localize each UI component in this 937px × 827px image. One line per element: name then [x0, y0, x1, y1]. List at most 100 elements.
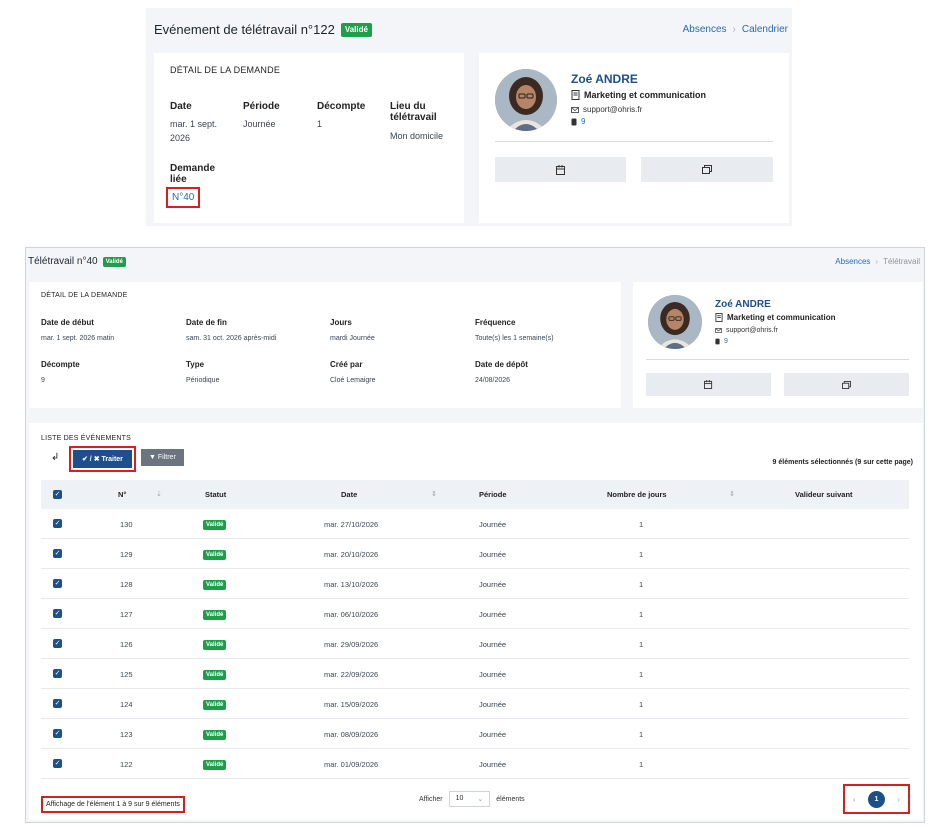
section-header: DÉTAIL DE LA DEMANDE [41, 292, 128, 299]
row-checkbox[interactable]: ✓ [53, 609, 62, 618]
date-debut-value: mar. 1 sept. 2026 matin [41, 335, 115, 342]
table-row[interactable]: ✓ 126 Validé mar. 29/09/2026 Journée 1 [41, 629, 909, 659]
document-icon [715, 313, 723, 322]
breadcrumb-absences[interactable]: Absences [835, 257, 870, 266]
status-badge: Validé [203, 670, 227, 680]
count-value[interactable]: 9 [581, 117, 585, 126]
row-periode: Journée [479, 670, 507, 679]
table-row[interactable]: ✓ 122 Validé mar. 01/09/2026 Journée 1 [41, 749, 909, 779]
row-num: 127 [120, 610, 133, 619]
linked-request-link[interactable]: N°40 [166, 187, 201, 208]
request-detail-card: DÉTAIL DE LA DEMANDE Date mar. 1 sept. 2… [154, 53, 464, 223]
table-row[interactable]: ✓ 128 Validé mar. 13/10/2026 Journée 1 [41, 569, 909, 599]
row-checkbox[interactable]: ✓ [53, 639, 62, 648]
calendar-icon [704, 380, 713, 389]
employee-card: Zoé ANDRE Marketing et communication sup… [633, 282, 923, 408]
date-fin-label: Date de fin [186, 318, 227, 327]
row-checkbox[interactable]: ✓ [53, 729, 62, 738]
count-row: 9 [571, 117, 585, 126]
employee-name[interactable]: Zoé ANDRE [715, 299, 771, 310]
row-checkbox[interactable]: ✓ [53, 579, 62, 588]
row-periode: Journée [479, 550, 507, 559]
row-periode: Journée [479, 580, 507, 589]
type-label: Type [186, 360, 205, 369]
row-date: mar. 27/10/2026 [324, 520, 379, 529]
page-number-button[interactable]: 1 [868, 790, 885, 808]
row-date: mar. 15/09/2026 [324, 700, 379, 709]
email-text[interactable]: support@ohris.fr [583, 105, 642, 114]
table-row[interactable]: ✓ 124 Validé mar. 15/09/2026 Journée 1 [41, 689, 909, 719]
section-header: DÉTAIL DE LA DEMANDE [170, 65, 281, 75]
row-jours: 1 [639, 670, 644, 679]
column-header-date[interactable]: Date [341, 490, 357, 499]
sort-icon[interactable]: ⇕ [729, 490, 735, 498]
window-button[interactable] [784, 373, 909, 396]
filter-label: Filtrer [157, 454, 176, 461]
row-date: mar. 06/10/2026 [324, 610, 379, 619]
row-date: mar. 20/10/2026 [324, 550, 379, 559]
calendar-button[interactable] [495, 157, 626, 182]
calendar-button[interactable] [646, 373, 771, 396]
count-value[interactable]: 9 [724, 338, 728, 345]
chevron-right-icon[interactable]: › [897, 795, 900, 804]
row-checkbox[interactable]: ✓ [53, 759, 62, 768]
row-num: 125 [120, 670, 133, 679]
row-jours: 1 [639, 520, 644, 529]
column-header-num[interactable]: N° [118, 490, 126, 499]
department: Marketing et communication [715, 313, 835, 322]
traiter-button[interactable]: ✔ / ✖ Traiter [73, 450, 132, 468]
sort-icon[interactable]: ⇣ [156, 490, 162, 498]
breadcrumb-absences[interactable]: Absences [683, 24, 727, 35]
row-periode: Journée [479, 700, 507, 709]
row-checkbox[interactable]: ✓ [53, 699, 62, 708]
row-periode: Journée [479, 520, 507, 529]
status-badge: Validé [203, 550, 227, 560]
avatar [648, 295, 702, 349]
table-row[interactable]: ✓ 129 Validé mar. 20/10/2026 Journée 1 [41, 539, 909, 569]
corner-arrow-icon: ↲ [51, 452, 60, 463]
request-detail-view: Evénement de télétravail n°122 Validé Ab… [146, 8, 792, 226]
department: Marketing et communication [571, 90, 706, 100]
events-list-card: LISTE DES ÉVÉNEMENTS ↲ ✔ / ✖ Traiter ▼ F… [29, 423, 923, 820]
pagination-info: Affichage de l'élément 1 à 9 sur 9 éléme… [41, 796, 185, 813]
row-num: 130 [120, 520, 133, 529]
decompte-label: Décompte [41, 360, 80, 369]
row-checkbox[interactable]: ✓ [53, 669, 62, 678]
page-size-select[interactable]: 10 ⌄ [448, 791, 491, 807]
row-checkbox[interactable]: ✓ [53, 519, 62, 528]
select-all-checkbox[interactable]: ✓ [53, 490, 62, 499]
breadcrumb-calendrier[interactable]: Calendrier [742, 24, 788, 35]
afficher-label: Afficher [419, 795, 443, 803]
decompte-value: 1 [317, 119, 323, 129]
table-row[interactable]: ✓ 125 Validé mar. 22/09/2026 Journée 1 [41, 659, 909, 689]
row-checkbox[interactable]: ✓ [53, 549, 62, 558]
lieu-value: Mon domicile [390, 131, 444, 141]
table-row[interactable]: ✓ 127 Validé mar. 06/10/2026 Journée 1 [41, 599, 909, 629]
jours-value: mardi Journée [330, 335, 375, 342]
window-button[interactable] [641, 157, 773, 182]
employee-name[interactable]: Zoé ANDRE [571, 72, 638, 86]
periode-value: Journée [243, 119, 276, 129]
chevron-left-icon[interactable]: ‹ [853, 795, 856, 804]
department-label: Marketing et communication [727, 313, 836, 322]
decompte-label: Décompte [317, 101, 366, 112]
badge-icon [571, 118, 577, 126]
sort-icon[interactable]: ⇕ [431, 490, 437, 498]
filter-button[interactable]: ▼ Filtrer [141, 449, 184, 466]
row-date: mar. 01/09/2026 [324, 760, 379, 769]
window-icon [702, 165, 712, 174]
status-badge: Validé [203, 640, 227, 650]
email-text[interactable]: support@ohris.fr [726, 327, 778, 334]
row-num: 124 [120, 700, 133, 709]
row-jours: 1 [639, 580, 644, 589]
type-value: Périodique [186, 377, 220, 384]
date-fin-value: sam. 31 oct. 2026 après-midi [186, 335, 277, 342]
status-badge: Validé [203, 580, 227, 590]
column-header-statut: Statut [205, 490, 227, 499]
column-header-nombre-jours[interactable]: Nombre de jours [607, 490, 667, 499]
filter-icon: ▼ [149, 454, 156, 461]
elements-label: éléments [496, 795, 525, 803]
table-row[interactable]: ✓ 130 Validé mar. 27/10/2026 Journée 1 [41, 509, 909, 539]
frequence-value: Toute(s) les 1 semaine(s) [475, 335, 554, 342]
table-row[interactable]: ✓ 123 Validé mar. 08/09/2026 Journée 1 [41, 719, 909, 749]
